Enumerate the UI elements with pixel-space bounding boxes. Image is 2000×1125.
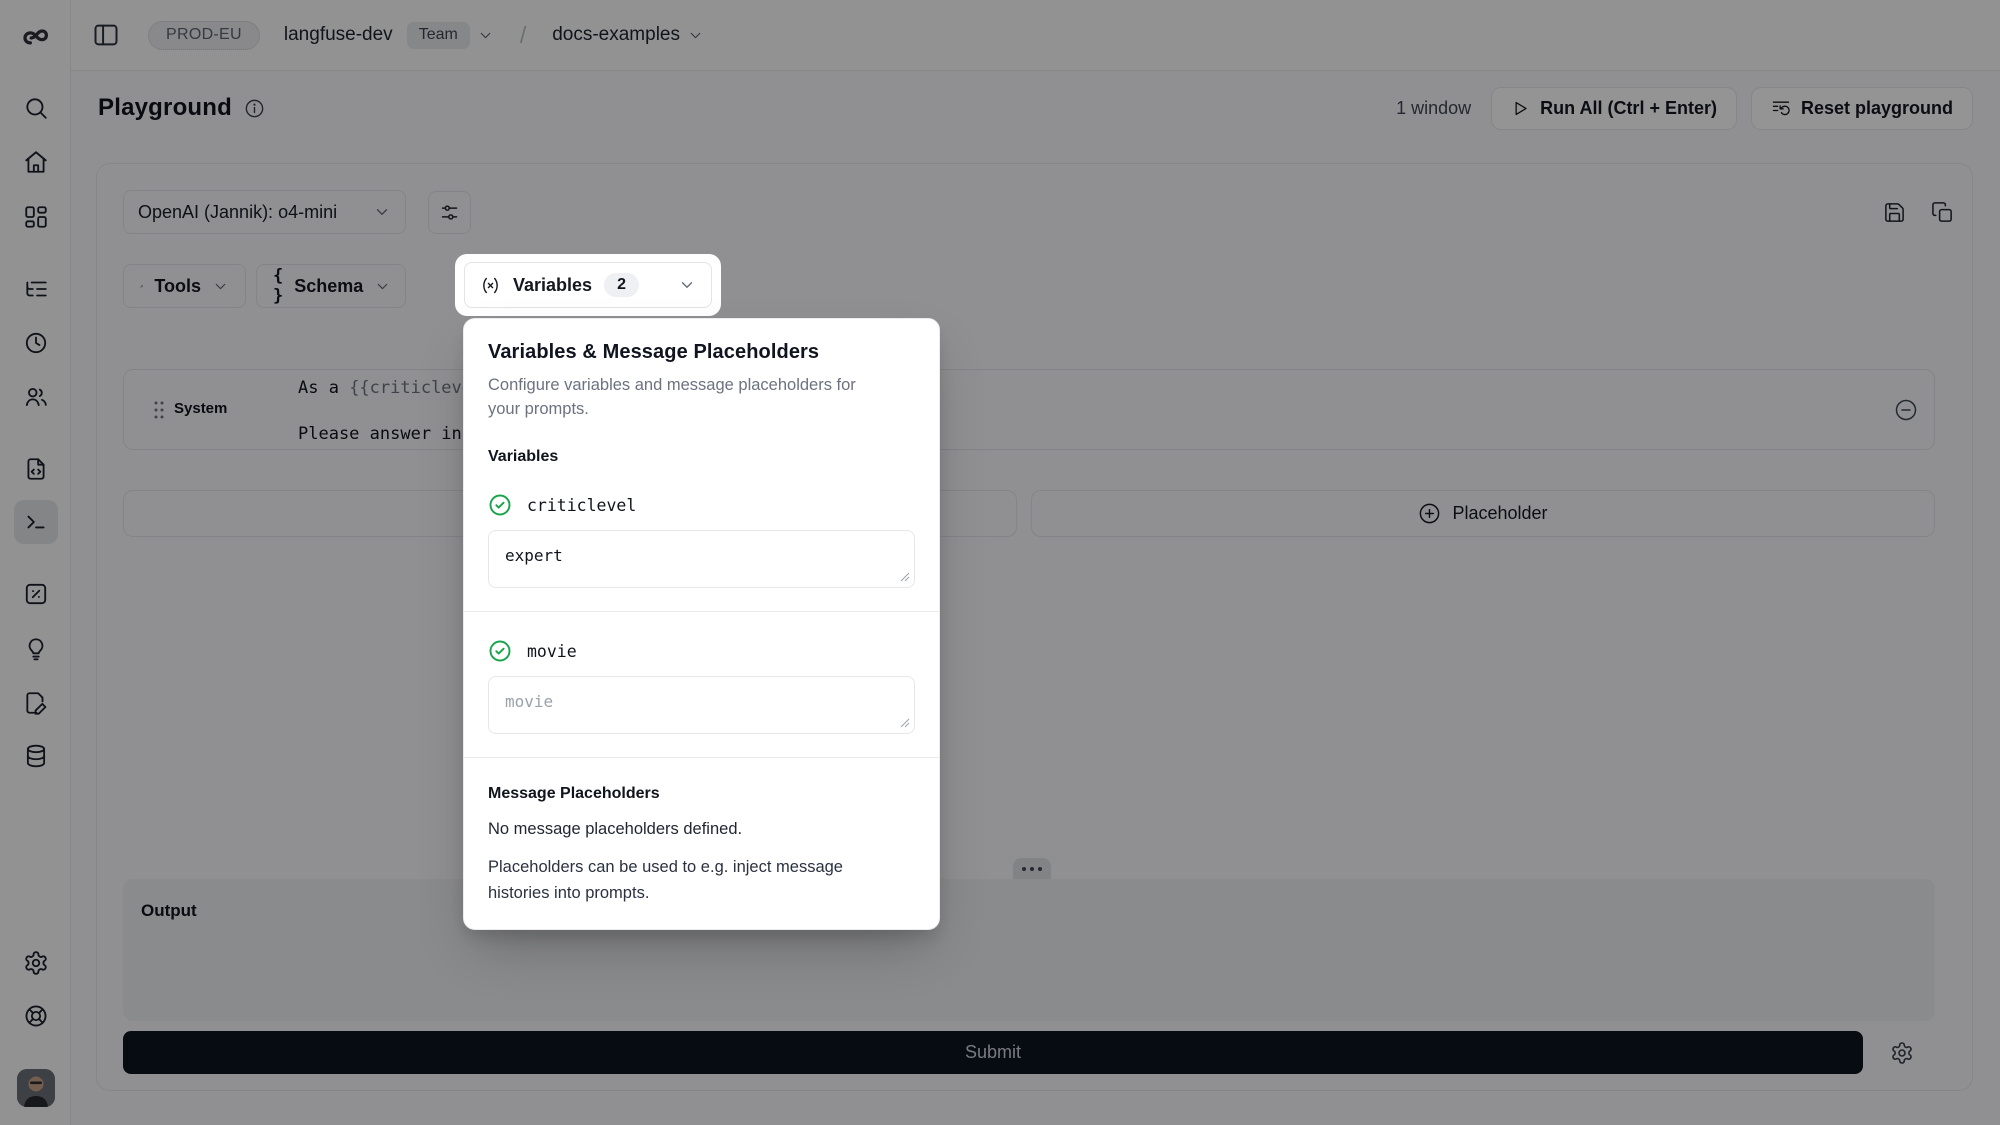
divider <box>464 611 939 612</box>
variable-value-wrap: expert <box>488 530 915 588</box>
placeholders-empty-message: No message placeholders defined. <box>488 820 915 839</box>
variables-chevron-down-icon <box>678 276 696 294</box>
variable-value-input[interactable] <box>488 676 915 734</box>
placeholders-help-text: Placeholders can be used to e.g. inject … <box>488 854 915 906</box>
popover-title: Variables & Message Placeholders <box>488 341 915 364</box>
check-circle-icon <box>488 493 512 517</box>
divider <box>464 757 939 758</box>
variable-row: movie <box>488 639 915 663</box>
variable-name: movie <box>527 642 577 661</box>
modal-overlay <box>0 0 2000 1125</box>
placeholders-section-heading: Message Placeholders <box>488 785 915 803</box>
variable-icon <box>480 275 501 296</box>
variables-count-badge: 2 <box>604 273 639 297</box>
check-circle-icon <box>488 639 512 663</box>
variable-value-input[interactable]: expert <box>488 530 915 588</box>
variables-button-anchor: Variables 2 <box>455 254 721 316</box>
variables-button[interactable]: Variables 2 <box>464 262 712 308</box>
variables-section-heading: Variables <box>488 448 915 466</box>
variable-value-wrap <box>488 676 915 734</box>
popover-description: Configure variables and message placehol… <box>488 373 915 421</box>
variable-name: criticlevel <box>527 496 636 515</box>
variables-label: Variables <box>513 275 592 296</box>
variables-popover: Variables & Message Placeholders Configu… <box>463 318 940 930</box>
variable-row: criticlevel <box>488 493 915 517</box>
